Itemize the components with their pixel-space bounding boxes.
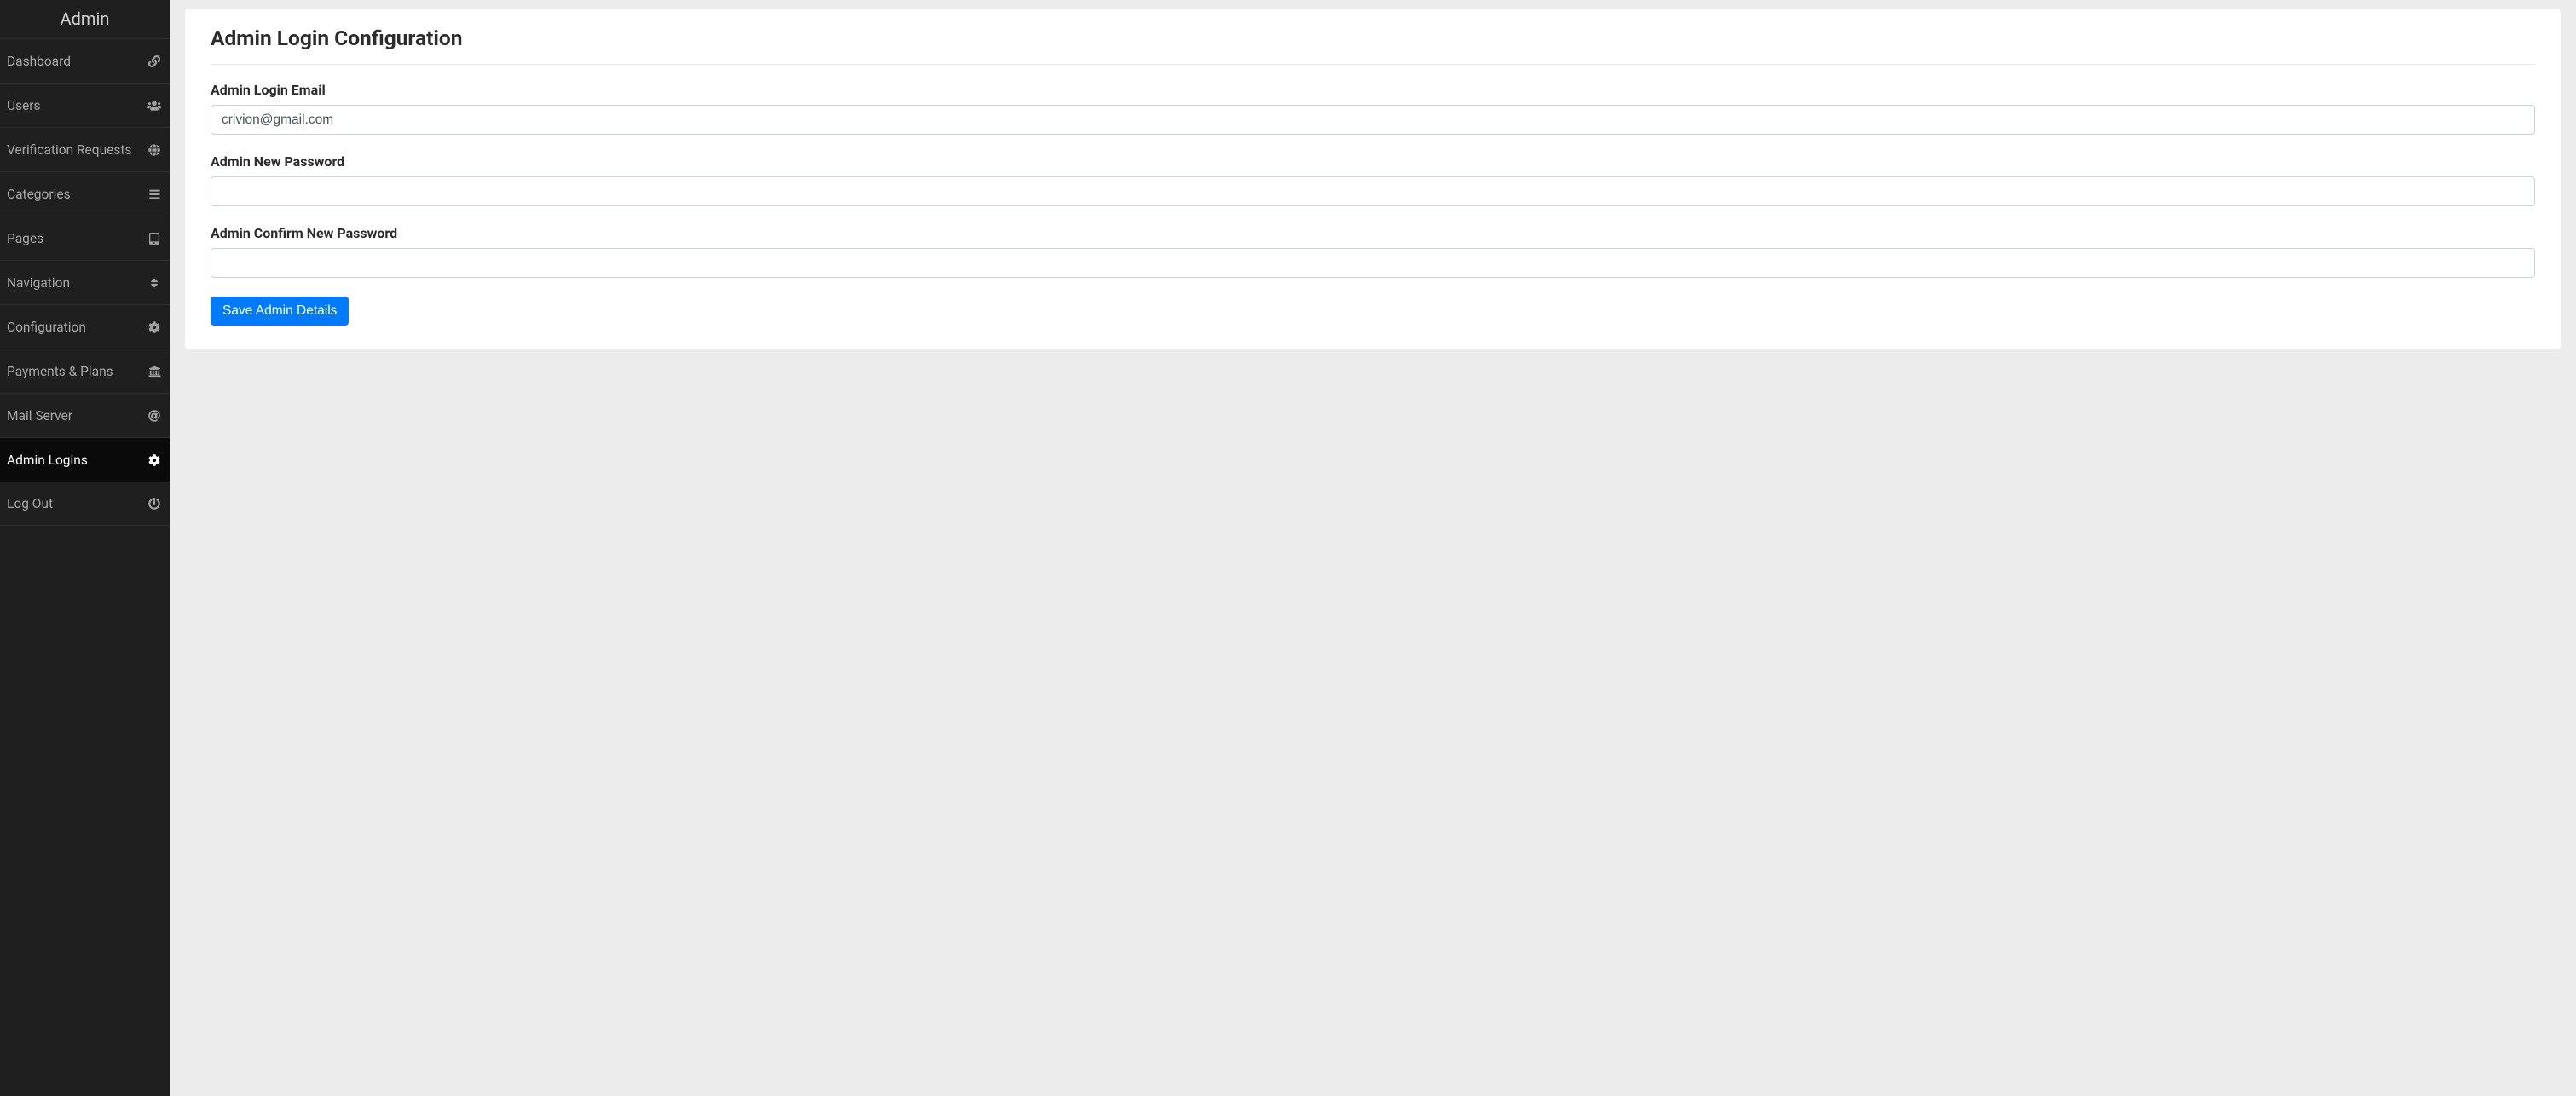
sidebar-item-users[interactable]: Users	[0, 83, 170, 127]
link-icon	[147, 55, 161, 68]
sidebar-item-configuration[interactable]: Configuration	[0, 304, 170, 349]
tablet-icon	[147, 232, 161, 245]
sidebar-item-pages[interactable]: Pages	[0, 216, 170, 260]
admin-email-input[interactable]	[211, 105, 2535, 135]
sidebar-item-label: Mail Server	[7, 408, 72, 424]
sidebar-item-label: Payments & Plans	[7, 364, 113, 379]
sidebar-item-label: Categories	[7, 187, 71, 202]
gear-icon	[147, 320, 161, 334]
sidebar-item-navigation[interactable]: Navigation	[0, 260, 170, 304]
admin-new-password-input[interactable]	[211, 176, 2535, 206]
sidebar-item-payments-plans[interactable]: Payments & Plans	[0, 349, 170, 393]
sidebar-title: Admin	[0, 0, 170, 38]
sidebar-item-label: Configuration	[7, 320, 86, 335]
sidebar-item-label: Navigation	[7, 275, 70, 291]
save-admin-details-button[interactable]: Save Admin Details	[211, 297, 349, 326]
page-title: Admin Login Configuration	[211, 26, 2535, 65]
main-content: Admin Login Configuration Admin Login Em…	[170, 0, 2576, 1096]
sidebar-item-label: Log Out	[7, 496, 53, 511]
sidebar-item-label: Pages	[7, 231, 43, 246]
sidebar-item-label: Users	[7, 98, 41, 113]
power-icon	[147, 497, 161, 511]
sidebar-item-label: Verification Requests	[7, 142, 131, 158]
sidebar-item-categories[interactable]: Categories	[0, 171, 170, 216]
sidebar-item-admin-logins[interactable]: Admin Logins	[0, 437, 170, 482]
sidebar-item-label: Admin Logins	[7, 453, 88, 468]
sidebar-item-mail-server[interactable]: Mail Server	[0, 393, 170, 437]
globe-icon	[147, 143, 161, 157]
sidebar-item-dashboard[interactable]: Dashboard	[0, 38, 170, 83]
email-label: Admin Login Email	[211, 82, 2535, 98]
sort-icon	[147, 276, 161, 290]
new-password-label: Admin New Password	[211, 153, 2535, 170]
at-icon	[147, 409, 161, 423]
bank-icon	[147, 365, 161, 378]
sidebar-item-label: Dashboard	[7, 54, 71, 69]
sidebar: Admin Dashboard Users Verification Reque…	[0, 0, 170, 1096]
admin-confirm-password-input[interactable]	[211, 248, 2535, 278]
gear-icon	[147, 453, 161, 467]
confirm-password-label: Admin Confirm New Password	[211, 225, 2535, 241]
sidebar-item-verification-requests[interactable]: Verification Requests	[0, 127, 170, 171]
sidebar-item-log-out[interactable]: Log Out	[0, 482, 170, 526]
config-card: Admin Login Configuration Admin Login Em…	[185, 9, 2561, 349]
users-icon	[147, 99, 161, 112]
bars-icon	[147, 187, 161, 201]
